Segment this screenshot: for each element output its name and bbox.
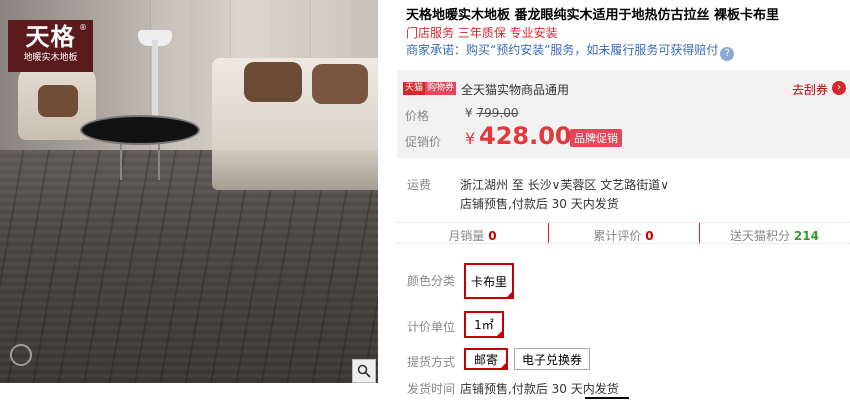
product-main-image[interactable]: 天格 地暖实木地板 ® — [0, 0, 378, 383]
pickup-label: 提货方式 — [407, 355, 456, 369]
delivery-time: 店铺预售,付款后 30 天内发货 — [460, 382, 619, 396]
registered-mark: ® — [79, 23, 87, 32]
delivery-label: 发货时间 — [407, 382, 456, 396]
magnifier-icon[interactable] — [352, 359, 376, 383]
help-icon[interactable]: ? — [720, 47, 735, 61]
tmall-points-label: 送天猫积分 — [730, 229, 791, 243]
selected-check-icon — [499, 361, 508, 370]
gallery-pager-dot[interactable] — [10, 344, 32, 366]
promo-price: ¥ 428.00 — [465, 122, 572, 150]
coupon-description: 全天猫实物商品通用 — [461, 83, 570, 97]
pickup-voucher-option[interactable]: 电子兑换券 — [514, 348, 590, 370]
currency-symbol: ¥ — [465, 106, 473, 120]
original-price: ¥ 799.00 — [465, 106, 518, 120]
sku-color-option[interactable]: 卡布里 — [464, 263, 514, 299]
total-reviews[interactable]: 累计评价 0 — [548, 227, 699, 244]
brand-logo-sub: 地暖实木地板 — [23, 53, 78, 63]
monthly-sales: 月销量 0 — [397, 227, 548, 244]
scratch-coupon-link[interactable]: 去刮券 — [792, 81, 828, 98]
sku-unit-label[interactable]: 1㎡ — [474, 316, 494, 333]
total-reviews-label[interactable]: 累计评价 — [593, 229, 641, 243]
shipping-label: 运费 — [407, 178, 432, 192]
original-price-value: 799.00 — [476, 106, 519, 120]
coffee-table — [80, 115, 200, 145]
promo-price-value: 428.00 — [479, 122, 572, 150]
product-subtitle: 门店服务 三年质保 专业安装 — [406, 26, 558, 40]
tmall-points: 送天猫积分 214 — [699, 227, 850, 244]
sofa-pillow — [244, 62, 302, 102]
promo-tag: 品牌促销 — [570, 129, 622, 147]
pickup-mail-option[interactable]: 邮寄 — [464, 348, 508, 370]
pickup-mail-label[interactable]: 邮寄 — [474, 351, 498, 368]
sofa-base — [212, 150, 378, 190]
shipping-route-selector[interactable]: 浙江湖州 至 长沙∨芙蓉区 文艺路街道∨ — [460, 176, 669, 193]
product-info: 天格地暖实木地板 番龙眼纯实木适用于地热仿古拉丝 裸板卡布里 门店服务 三年质保… — [397, 0, 850, 400]
table-leg — [120, 140, 160, 180]
price-label: 价格 — [405, 109, 430, 123]
price-box: 天猫 购物券 全天猫实物商品通用 去刮券 › 价格 ¥ 799.00 促销价 ¥… — [397, 70, 850, 158]
promo-price-label: 促销价 — [405, 135, 442, 149]
tmall-points-value: 214 — [793, 229, 819, 243]
lamp-stand — [152, 40, 158, 116]
selected-check-icon — [495, 329, 504, 338]
sofa-pillow — [312, 64, 368, 104]
chair-pillow — [38, 85, 78, 117]
shipping-note: 店铺预售,付款后 30 天内发货 — [460, 197, 619, 211]
merchant-promise[interactable]: 商家承诺：购买“预约安装”服务，如未履行服务可获得赔付? — [406, 41, 735, 61]
selected-check-icon — [505, 290, 514, 299]
sku-color-label[interactable]: 卡布里 — [471, 273, 507, 290]
monthly-sales-label: 月销量 — [448, 229, 485, 243]
arrow-right-icon[interactable]: › — [832, 81, 846, 95]
total-reviews-value[interactable]: 0 — [645, 229, 653, 243]
merchant-promise-text[interactable]: 商家承诺：购买“预约安装”服务，如未履行服务可获得赔付 — [406, 43, 718, 57]
delivery-underline — [585, 397, 629, 399]
coupon-badge-label: 购物券 — [425, 82, 457, 95]
sales-stats: 月销量 0 累计评价 0 送天猫积分 214 — [397, 222, 850, 244]
tmall-coupon-badge: 天猫 购物券 — [403, 82, 457, 95]
monthly-sales-value: 0 — [488, 229, 497, 243]
product-title: 天格地暖实木地板 番龙眼纯实木适用于地热仿古拉丝 裸板卡布里 — [406, 8, 780, 23]
color-label: 颜色分类 — [407, 274, 456, 288]
sku-unit-option[interactable]: 1㎡ — [464, 311, 504, 338]
pickup-voucher-label[interactable]: 电子兑换券 — [522, 351, 582, 368]
brand-logo: 天格 地暖实木地板 ® — [8, 20, 93, 72]
unit-label: 计价单位 — [407, 320, 456, 334]
tmall-badge-label: 天猫 — [403, 82, 426, 95]
currency-symbol: ¥ — [465, 129, 476, 148]
